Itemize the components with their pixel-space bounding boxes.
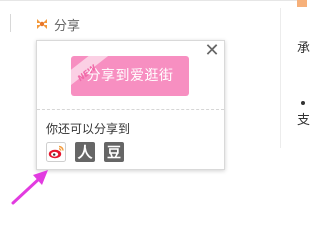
also-share-label: 你还可以分享到 [46, 122, 131, 136]
share-label: 分享 [54, 18, 81, 34]
promo-label: 分享到爱逛街 [86, 68, 174, 84]
close-icon: ✕ [204, 40, 220, 61]
content-separator [280, 8, 281, 148]
share-popup: ✕ NEW 分享到爱逛街 你还可以分享到 人 豆 [36, 40, 225, 170]
dashed-divider [37, 109, 224, 110]
side-text-2: 支 [297, 113, 311, 128]
douban-glyph: 豆 [107, 146, 121, 162]
renren-icon[interactable]: 人 [75, 142, 95, 162]
corner-accent [297, 0, 307, 7]
renren-glyph: 人 [77, 144, 93, 162]
share-icon [34, 16, 50, 32]
share-button[interactable]: 分享 [34, 14, 80, 34]
toolbar-separator [10, 14, 11, 32]
douban-icon[interactable]: 豆 [104, 142, 124, 162]
top-divider [0, 0, 307, 1]
list-bullet [301, 101, 305, 105]
close-button[interactable]: ✕ [204, 40, 220, 61]
side-text-1: 承 [297, 41, 311, 56]
share-to-aiguangjie-button[interactable]: NEW 分享到爱逛街 [71, 56, 189, 96]
weibo-icon[interactable] [46, 142, 66, 162]
share-targets: 人 豆 [46, 142, 133, 162]
